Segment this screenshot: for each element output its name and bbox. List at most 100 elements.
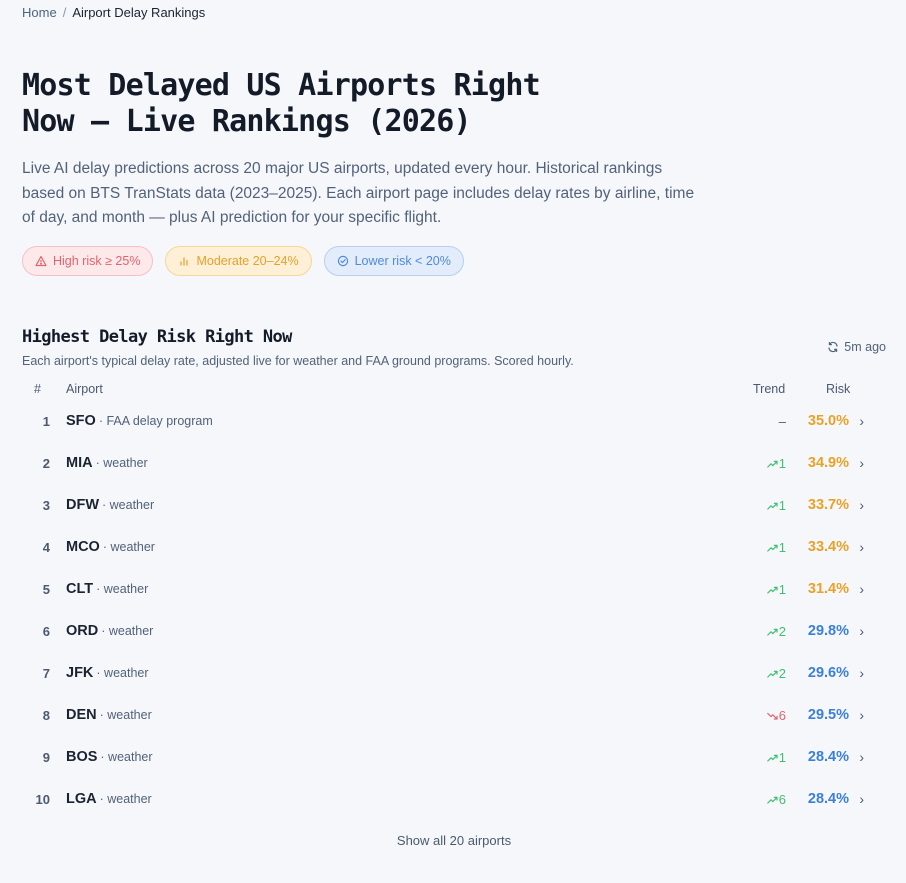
delay-reason: · weather — [96, 666, 149, 680]
trend-value: – — [778, 414, 786, 429]
check-circle-icon — [337, 255, 348, 267]
row-rank: 2 — [42, 456, 50, 471]
bar-chart-icon — [180, 257, 189, 266]
airport-code-text: CLT — [66, 581, 94, 597]
trend-up-icon — [766, 670, 778, 678]
airport-code-text: MIA — [66, 455, 93, 471]
table-row[interactable]: 6 ORD · weather 2 29.8% › — [22, 611, 886, 653]
legend-high-label: High risk ≥ 25% — [53, 254, 141, 268]
airport-code: DEN · weather — [66, 707, 152, 723]
airport-code-text: JFK — [66, 665, 94, 681]
chevron-right-icon[interactable]: › — [859, 791, 864, 807]
breadcrumb-separator: / — [62, 5, 67, 20]
delay-reason: · weather — [100, 750, 153, 764]
table-row[interactable]: 7 JFK · weather 2 29.6% › — [22, 653, 886, 695]
trend-up-icon — [766, 754, 778, 762]
airport-code: LGA · weather — [66, 791, 152, 807]
chevron-right-icon[interactable]: › — [859, 497, 864, 513]
table-row[interactable]: 8 DEN · weather 6 29.5% › — [22, 695, 886, 737]
table-row[interactable]: 9 BOS · weather 1 28.4% › — [22, 737, 886, 779]
row-rank: 7 — [42, 666, 50, 681]
trend-up-icon — [766, 544, 778, 552]
delay-reason: · FAA delay program — [98, 414, 213, 428]
last-updated-text: 5m ago — [844, 340, 886, 354]
chevron-right-icon[interactable]: › — [859, 623, 864, 639]
column-header-trend: Trend — [753, 382, 786, 396]
delay-reason: · weather — [99, 792, 152, 806]
delay-reason: · weather — [101, 624, 154, 638]
delay-reason: · weather — [99, 708, 152, 722]
section-subtitle: Each airport's typical delay rate, adjus… — [22, 354, 574, 368]
airport-code: CLT · weather — [66, 581, 148, 597]
risk-value: 29.6% — [807, 665, 849, 681]
risk-value: 33.4% — [807, 539, 849, 555]
airport-code-text: DEN — [66, 707, 97, 723]
page-title: Most Delayed US Airports Right Now — Liv… — [22, 68, 541, 139]
chevron-right-icon[interactable]: › — [859, 455, 864, 471]
chevron-right-icon[interactable]: › — [859, 665, 864, 681]
risk-legend: High risk ≥ 25% Moderate 20–24% Lower ri… — [22, 246, 464, 276]
legend-moderate-risk: Moderate 20–24% — [165, 246, 312, 276]
table-row[interactable]: 10 LGA · weather 6 28.4% › — [22, 779, 886, 821]
trend-value: 1 — [778, 456, 786, 471]
rankings-table: 1 SFO · FAA delay program –35.0% › 2 MIA · weat… — [22, 401, 886, 821]
trend-up-icon — [766, 628, 778, 636]
section-title: Highest Delay Risk Right Now — [22, 327, 292, 347]
row-rank: 4 — [42, 540, 50, 555]
row-rank: 1 — [42, 414, 50, 429]
airport-code: MCO · weather — [66, 539, 155, 555]
trend-value: 6 — [778, 708, 786, 723]
show-all-airports-button[interactable]: Show all 20 airports — [22, 833, 886, 848]
trend-indicator: 1 — [766, 498, 786, 513]
trend-value: 1 — [778, 582, 786, 597]
legend-lower-label: Lower risk < 20% — [354, 254, 451, 268]
table-row[interactable]: 3 DFW · weather 1 33.7% › — [22, 485, 886, 527]
risk-value: 28.4% — [807, 791, 849, 807]
trend-value: 1 — [778, 750, 786, 765]
chevron-right-icon[interactable]: › — [859, 413, 864, 429]
chevron-right-icon[interactable]: › — [859, 707, 864, 723]
risk-value: 33.7% — [807, 497, 849, 513]
airport-code-text: SFO — [66, 413, 96, 429]
last-updated: 5m ago — [827, 340, 886, 354]
trend-value: 1 — [778, 540, 786, 555]
trend-indicator: 6 — [766, 792, 786, 807]
airport-code-text: DFW — [66, 497, 100, 513]
airport-code: ORD · weather — [66, 623, 153, 639]
risk-value: 28.4% — [807, 749, 849, 765]
table-row[interactable]: 1 SFO · FAA delay program – 35.0% › — [22, 401, 886, 443]
airport-code: JFK · weather — [66, 665, 149, 681]
delay-reason: · weather — [102, 498, 155, 512]
airport-code-text: ORD — [66, 623, 99, 639]
chevron-right-icon[interactable]: › — [859, 581, 864, 597]
airport-code-text: MCO — [66, 539, 100, 555]
airport-code-text: LGA — [66, 791, 97, 807]
table-row[interactable]: 5 CLT · weather 1 31.4% › — [22, 569, 886, 611]
risk-value: 29.5% — [807, 707, 849, 723]
airport-code-text: BOS — [66, 749, 98, 765]
row-rank: 8 — [42, 708, 50, 723]
trend-down-icon — [766, 712, 778, 720]
delay-reason: · weather — [95, 456, 148, 470]
chevron-right-icon[interactable]: › — [859, 539, 864, 555]
delay-reason: · weather — [96, 582, 149, 596]
trend-up-icon — [766, 586, 778, 594]
trend-indicator: 2 — [766, 624, 786, 639]
airport-code: DFW · weather — [66, 497, 154, 513]
breadcrumb-home-link[interactable]: Home — [22, 5, 57, 20]
table-row[interactable]: 2 MIA · weather 1 34.9% › — [22, 443, 886, 485]
legend-high-risk: High risk ≥ 25% — [22, 246, 154, 276]
row-rank: 10 — [35, 792, 50, 807]
trend-value: 2 — [778, 666, 786, 681]
trend-indicator: – — [779, 414, 786, 429]
trend-indicator: 1 — [766, 750, 786, 765]
column-header-risk: Risk — [826, 382, 851, 396]
table-row[interactable]: 4 MCO · weather 1 33.4% › — [22, 527, 886, 569]
trend-indicator: 1 — [766, 582, 786, 597]
chevron-right-icon[interactable]: › — [859, 749, 864, 765]
trend-indicator: 1 — [766, 456, 786, 471]
warning-triangle-icon — [35, 255, 47, 267]
risk-value: 29.8% — [807, 623, 849, 639]
refresh-icon — [828, 341, 838, 353]
breadcrumb: Home / Airport Delay Rankings — [22, 5, 205, 20]
